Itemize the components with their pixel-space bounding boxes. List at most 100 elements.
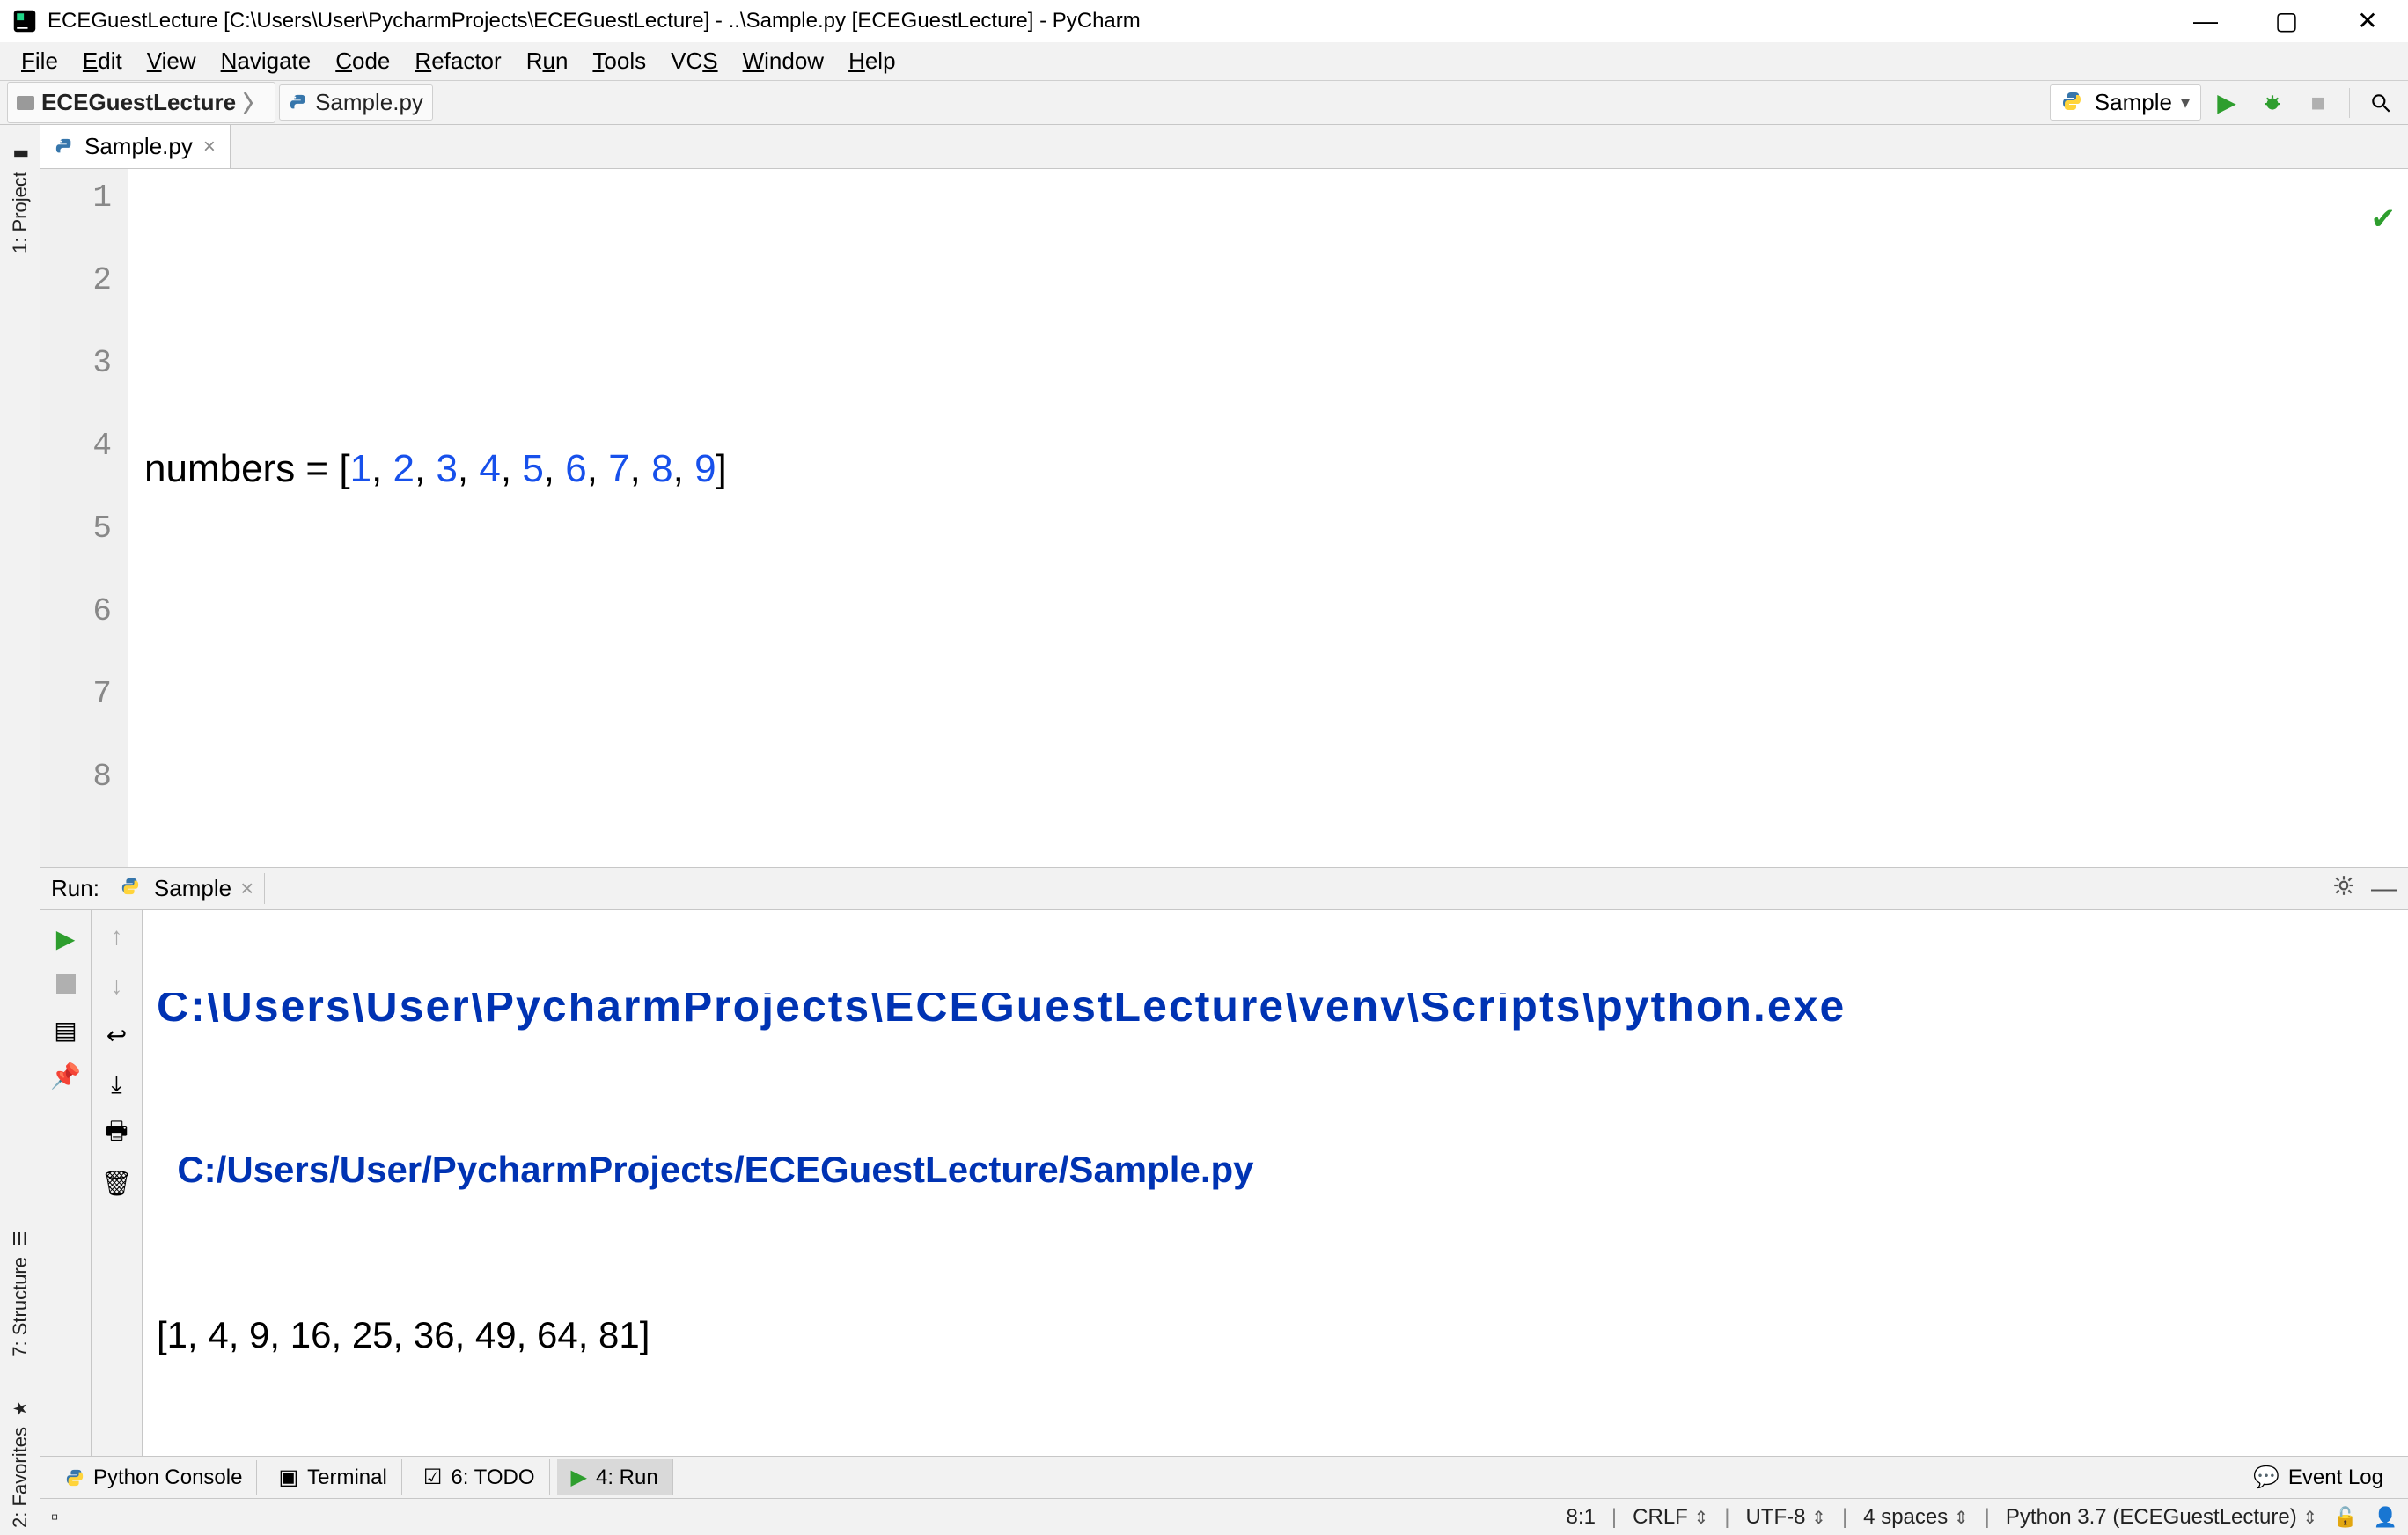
structure-tool-label: 7: Structure bbox=[9, 1257, 32, 1357]
code-area[interactable]: ✔ numbers = [1, 2, 3, 4, 5, 6, 7, 8, 9] … bbox=[128, 169, 2408, 867]
run-console-area: ▶ ▤ 📌 ↑ ↓ ↩ ⤓ 🖶 🗑 C:\Users\User\PycharmP… bbox=[40, 910, 2408, 1456]
run-settings-button[interactable] bbox=[2332, 874, 2355, 904]
editor-tab-sample[interactable]: Sample.py × bbox=[40, 125, 231, 168]
event-log-button[interactable]: 💬 Event Log bbox=[2239, 1459, 2397, 1495]
line-number: 4 bbox=[40, 428, 128, 510]
run-panel-config-name: Sample bbox=[154, 875, 231, 902]
minimize-button[interactable]: — bbox=[2165, 2, 2246, 40]
run-panel-header: Run: Sample × — bbox=[40, 868, 2408, 910]
favorites-tool-button[interactable]: 2: Favorites ★ bbox=[9, 1391, 32, 1535]
line-number: 8 bbox=[40, 759, 128, 841]
cursor-position[interactable]: 8:1 bbox=[1567, 1505, 1596, 1530]
code-line bbox=[128, 676, 2408, 759]
app-icon bbox=[11, 7, 39, 35]
python-interpreter[interactable]: Python 3.7 (ECEGuestLecture) ⇕ bbox=[2006, 1505, 2317, 1530]
pin-button[interactable]: 📌 bbox=[48, 1058, 84, 1093]
breadcrumb-project[interactable]: ECEGuestLecture 〉 bbox=[7, 82, 275, 123]
hide-run-panel-button[interactable]: — bbox=[2371, 874, 2397, 904]
todo-button[interactable]: ☑ 6: TODO bbox=[409, 1459, 550, 1495]
soft-wrap-button[interactable]: ↩ bbox=[99, 1017, 135, 1053]
menu-help[interactable]: Help bbox=[836, 48, 907, 75]
maximize-button[interactable]: ▢ bbox=[2246, 2, 2327, 40]
file-encoding[interactable]: UTF-8 ⇕ bbox=[1746, 1505, 1826, 1530]
project-tool-button[interactable]: 1: Project ▮ bbox=[9, 136, 32, 261]
status-bar: ▫ 8:1 | CRLF ⇕ | UTF-8 ⇕ | 4 spaces ⇕ | … bbox=[40, 1498, 2408, 1535]
down-button[interactable]: ↓ bbox=[99, 968, 135, 1003]
console-line: C:/Users/User/PycharmProjects/ECEGuestLe… bbox=[177, 1149, 1253, 1190]
structure-tool-button[interactable]: 7: Structure ☰ bbox=[9, 1221, 32, 1364]
structure-icon: ☰ bbox=[9, 1231, 31, 1247]
console-line: C:\Users\User\PycharmProjects\ECEGuestLe… bbox=[157, 993, 1846, 1031]
console-output[interactable]: C:\Users\User\PycharmProjects\ECEGuestLe… bbox=[143, 910, 2408, 1456]
search-everywhere-button[interactable] bbox=[2360, 85, 2401, 121]
run-tool-label: 4: Run bbox=[596, 1465, 658, 1490]
run-button[interactable]: ▶ bbox=[2206, 85, 2247, 121]
stop-run-button[interactable] bbox=[48, 966, 84, 1002]
project-tool-label: 1: Project bbox=[9, 172, 32, 253]
window-title: ECEGuestLecture [C:\Users\User\PycharmPr… bbox=[48, 9, 1141, 33]
menu-run[interactable]: Run bbox=[514, 48, 581, 75]
line-number: 5 bbox=[40, 510, 128, 593]
readonly-lock-icon[interactable]: 🔓 bbox=[2333, 1506, 2357, 1529]
menu-edit[interactable]: Edit bbox=[70, 48, 135, 75]
menu-tools[interactable]: Tools bbox=[580, 48, 658, 75]
python-console-button[interactable]: Python Console bbox=[51, 1460, 257, 1495]
breadcrumb-file-label: Sample.py bbox=[315, 89, 423, 116]
python-logo-icon bbox=[65, 1468, 84, 1487]
python-file-icon bbox=[289, 93, 308, 113]
event-log-icon: 💬 bbox=[2253, 1465, 2280, 1490]
scroll-to-end-button[interactable]: ⤓ bbox=[99, 1067, 135, 1102]
line-number: 1 bbox=[40, 180, 128, 262]
menu-code[interactable]: Code bbox=[323, 48, 402, 75]
python-logo-icon bbox=[2061, 91, 2086, 115]
console-line: [1, 4, 9, 16, 25, 36, 49, 64, 81] bbox=[157, 1294, 2394, 1377]
line-separator[interactable]: CRLF ⇕ bbox=[1633, 1505, 1708, 1530]
run-panel-config-tab[interactable]: Sample × bbox=[110, 873, 265, 904]
line-number: 3 bbox=[40, 345, 128, 428]
editor-tab-label: Sample.py bbox=[84, 133, 193, 160]
menu-window[interactable]: Window bbox=[730, 48, 836, 75]
menu-vcs[interactable]: VCS bbox=[658, 48, 730, 75]
toolwindows-toggle-icon[interactable]: ▫ bbox=[51, 1505, 59, 1530]
terminal-button[interactable]: ▣ Terminal bbox=[264, 1459, 401, 1495]
terminal-label: Terminal bbox=[307, 1465, 387, 1490]
editor-tabs: Sample.py × bbox=[40, 125, 2408, 169]
indent-setting[interactable]: 4 spaces ⇕ bbox=[1863, 1505, 1969, 1530]
stop-button[interactable]: ■ bbox=[2298, 85, 2338, 121]
layout-button[interactable]: ▤ bbox=[48, 1012, 84, 1047]
star-icon: ★ bbox=[9, 1401, 31, 1417]
todo-label: 6: TODO bbox=[451, 1465, 534, 1490]
left-tool-strip: 1: Project ▮ 7: Structure ☰ 2: Favorites… bbox=[0, 125, 40, 1535]
menu-refactor[interactable]: Refactor bbox=[402, 48, 513, 75]
navigation-bar: ECEGuestLecture 〉 Sample.py Sample ▾ ▶ ■ bbox=[0, 81, 2408, 125]
title-bar: ECEGuestLecture [C:\Users\User\PycharmPr… bbox=[0, 0, 2408, 42]
inspection-profile-icon[interactable]: 👤 bbox=[2374, 1506, 2397, 1529]
up-button[interactable]: ↑ bbox=[99, 919, 135, 954]
toolbar-divider bbox=[2349, 88, 2350, 118]
breadcrumb-file[interactable]: Sample.py bbox=[279, 84, 433, 121]
run-tool-button[interactable]: ▶ 4: Run bbox=[557, 1459, 673, 1495]
close-tab-button[interactable]: × bbox=[203, 135, 216, 159]
debug-button[interactable] bbox=[2252, 85, 2293, 121]
bottom-tool-buttons: Python Console ▣ Terminal ☑ 6: TODO ▶ 4:… bbox=[40, 1456, 2408, 1498]
python-file-icon bbox=[55, 137, 74, 157]
menu-file[interactable]: File bbox=[9, 48, 70, 75]
run-actions-toolbar: ▶ ▤ 📌 bbox=[40, 910, 92, 1456]
play-icon: ▶ bbox=[571, 1465, 587, 1490]
line-number: 7 bbox=[40, 676, 128, 759]
clear-all-button[interactable]: 🗑 bbox=[99, 1165, 135, 1201]
project-icon: ▮ bbox=[9, 149, 31, 158]
menu-navigate[interactable]: Navigate bbox=[209, 48, 324, 75]
line-number: 6 bbox=[40, 593, 128, 676]
print-button[interactable]: 🖶 bbox=[99, 1116, 135, 1151]
menu-view[interactable]: View bbox=[135, 48, 209, 75]
python-logo-icon bbox=[121, 877, 145, 901]
todo-icon: ☑ bbox=[423, 1465, 443, 1490]
code-line: numbers = [1, 2, 3, 4, 5, 6, 7, 8, 9] bbox=[128, 428, 2408, 510]
editor[interactable]: 1 2 3 4 5 6 7 8 ✔ numbers = [1, 2, 3, 4,… bbox=[40, 169, 2408, 868]
chevron-down-icon: ▾ bbox=[2181, 92, 2190, 114]
close-window-button[interactable]: ✕ bbox=[2327, 2, 2408, 40]
run-configuration-selector[interactable]: Sample ▾ bbox=[2050, 84, 2201, 121]
rerun-button[interactable]: ▶ bbox=[48, 921, 84, 956]
close-run-tab-button[interactable]: × bbox=[240, 875, 253, 902]
